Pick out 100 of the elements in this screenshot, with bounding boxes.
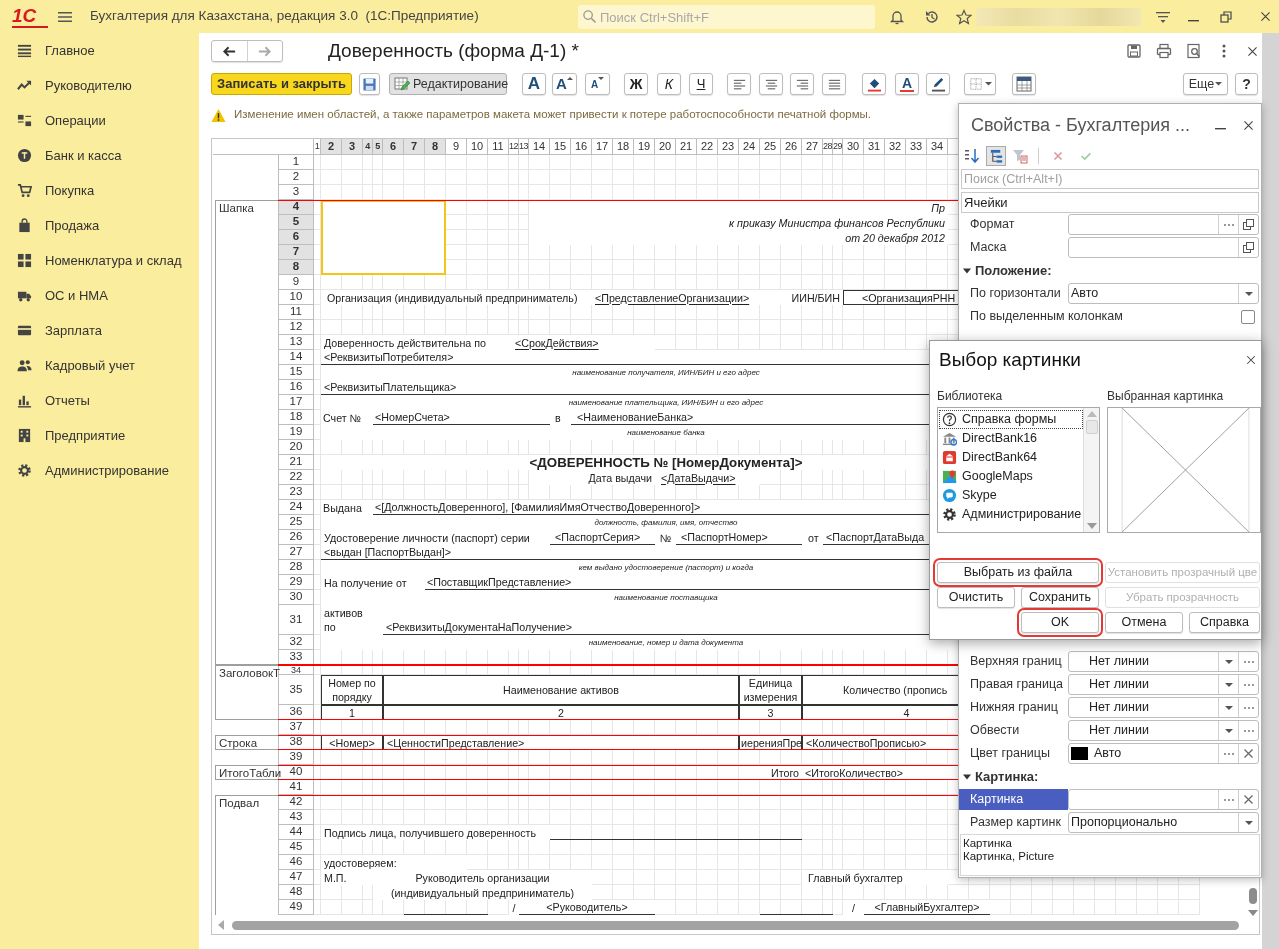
input-field[interactable]: [1068, 214, 1259, 235]
row-number[interactable]: 49: [278, 900, 314, 915]
sidebar-item[interactable]: Администрирование: [0, 453, 199, 488]
history-icon[interactable]: [924, 8, 940, 25]
list-item[interactable]: DirectBank64: [939, 448, 1083, 467]
row-number[interactable]: 31: [278, 605, 314, 635]
row-number[interactable]: 35: [278, 675, 314, 705]
row-number[interactable]: 45: [278, 840, 314, 855]
column-header[interactable]: 3: [342, 139, 363, 155]
row-number[interactable]: 28: [278, 560, 314, 575]
more-button[interactable]: Еще: [1183, 73, 1228, 95]
row-number[interactable]: 6: [278, 230, 314, 245]
print-icon[interactable]: [1156, 43, 1172, 59]
ellipsis-icon[interactable]: [1223, 798, 1234, 801]
row-number[interactable]: 8: [278, 260, 314, 275]
column-header[interactable]: 26: [781, 139, 802, 155]
row-number[interactable]: 19: [278, 425, 314, 440]
dropdown-field[interactable]: Нет линии: [1068, 651, 1259, 672]
search-field[interactable]: Поиск Ctrl+Shift+F: [578, 5, 875, 29]
column-header[interactable]: 19: [634, 139, 655, 155]
restore-icon[interactable]: [1218, 8, 1234, 25]
column-header[interactable]: 8: [425, 139, 446, 155]
input-field[interactable]: [1068, 789, 1259, 810]
row-number[interactable]: 3: [278, 185, 314, 200]
minimize-icon[interactable]: [1188, 19, 1199, 22]
caret-down-icon[interactable]: [1244, 291, 1253, 296]
sidebar-item[interactable]: Банк и касса: [0, 138, 199, 173]
dialog-button[interactable]: Отмена: [1105, 612, 1183, 633]
close-icon[interactable]: [1242, 118, 1255, 132]
row-number[interactable]: 25: [278, 515, 314, 530]
tree-view-button[interactable]: [986, 146, 1006, 166]
bold-button[interactable]: Ж: [624, 73, 648, 95]
column-header[interactable]: 17: [592, 139, 613, 155]
column-header[interactable]: 20: [655, 139, 676, 155]
sidebar-item[interactable]: Покупка: [0, 173, 199, 208]
caret-down-icon[interactable]: [1244, 820, 1253, 825]
row-number[interactable]: 13: [278, 335, 314, 350]
dropdown-field[interactable]: Нет линии: [1068, 697, 1259, 718]
close-icon[interactable]: [1245, 354, 1257, 366]
caret-down-icon[interactable]: [1224, 682, 1233, 687]
dropdown-field[interactable]: Пропорционально: [1068, 812, 1259, 833]
help-button[interactable]: ?: [1235, 73, 1258, 95]
align-left-button[interactable]: [727, 73, 751, 95]
italic-button[interactable]: К: [657, 73, 681, 95]
library-list[interactable]: Справка формы DirectBank16 DirectBank64 GoogleMaps Skype Администрирование: [937, 407, 1100, 533]
column-header[interactable]: 12: [509, 139, 519, 155]
fill-color-button[interactable]: [862, 73, 886, 95]
sidebar-item[interactable]: Руководителю: [0, 68, 199, 103]
property-label[interactable]: Верхняя границ: [959, 651, 1068, 672]
property-label[interactable]: Размер картинк: [959, 812, 1068, 833]
column-header[interactable]: 9: [446, 139, 467, 155]
row-number[interactable]: 22: [278, 470, 314, 485]
dialog-button[interactable]: Очистить: [937, 587, 1015, 608]
ellipsis-icon[interactable]: [1243, 729, 1254, 732]
row-number[interactable]: 32: [278, 635, 314, 650]
justify-button[interactable]: [822, 73, 846, 95]
save-close-button[interactable]: Записать и закрыть: [211, 73, 352, 95]
checkbox[interactable]: [1241, 309, 1255, 324]
column-header[interactable]: 33: [906, 139, 927, 155]
scroll-down-icon[interactable]: [1248, 910, 1258, 916]
horizontal-scrollbar[interactable]: [232, 920, 1239, 930]
column-header[interactable]: 34: [927, 139, 948, 155]
star-icon[interactable]: [956, 8, 972, 25]
row-number[interactable]: 46: [278, 855, 314, 870]
font-button[interactable]: A: [522, 73, 546, 95]
row-number[interactable]: 1: [278, 155, 314, 170]
property-label[interactable]: Картинка: [959, 789, 1068, 810]
ellipsis-icon[interactable]: [1243, 660, 1254, 663]
row-number[interactable]: 17: [278, 395, 314, 410]
row-number[interactable]: 14: [278, 350, 314, 365]
font-shrink-button[interactable]: A: [585, 73, 610, 95]
sidebar-item[interactable]: Номенклатура и склад: [0, 243, 199, 278]
column-header[interactable]: 23: [718, 139, 739, 155]
sidebar-item[interactable]: Главное: [0, 33, 199, 68]
sidebar-item[interactable]: Отчеты: [0, 383, 199, 418]
column-header[interactable]: 24: [739, 139, 760, 155]
sidebar-item[interactable]: Зарплата: [0, 313, 199, 348]
column-header[interactable]: 21: [676, 139, 697, 155]
row-number[interactable]: 15: [278, 365, 314, 380]
align-center-button[interactable]: [759, 73, 783, 95]
property-label[interactable]: По выделенным колонкам: [959, 306, 1241, 327]
column-header[interactable]: 11: [488, 139, 509, 155]
column-header[interactable]: 15: [550, 139, 571, 155]
row-number[interactable]: 5: [278, 215, 314, 230]
row-number[interactable]: 21: [278, 455, 314, 470]
column-header[interactable]: 18: [613, 139, 634, 155]
sidebar-item[interactable]: Продажа: [0, 208, 199, 243]
edit-mode-button[interactable]: Редактирование: [389, 73, 507, 95]
caret-down-icon[interactable]: [963, 772, 971, 781]
row-number[interactable]: 41: [278, 780, 314, 795]
row-number[interactable]: 18: [278, 410, 314, 425]
column-header[interactable]: 25: [760, 139, 781, 155]
column-header[interactable]: 27: [802, 139, 823, 155]
row-number[interactable]: 12: [278, 320, 314, 335]
font-grow-button[interactable]: A: [552, 73, 577, 95]
caret-down-icon[interactable]: [1224, 728, 1233, 733]
column-header[interactable]: 22: [697, 139, 718, 155]
column-header[interactable]: 10: [467, 139, 488, 155]
bell-icon[interactable]: [889, 8, 905, 25]
search-field[interactable]: Поиск (Ctrl+Alt+I): [961, 169, 1259, 189]
